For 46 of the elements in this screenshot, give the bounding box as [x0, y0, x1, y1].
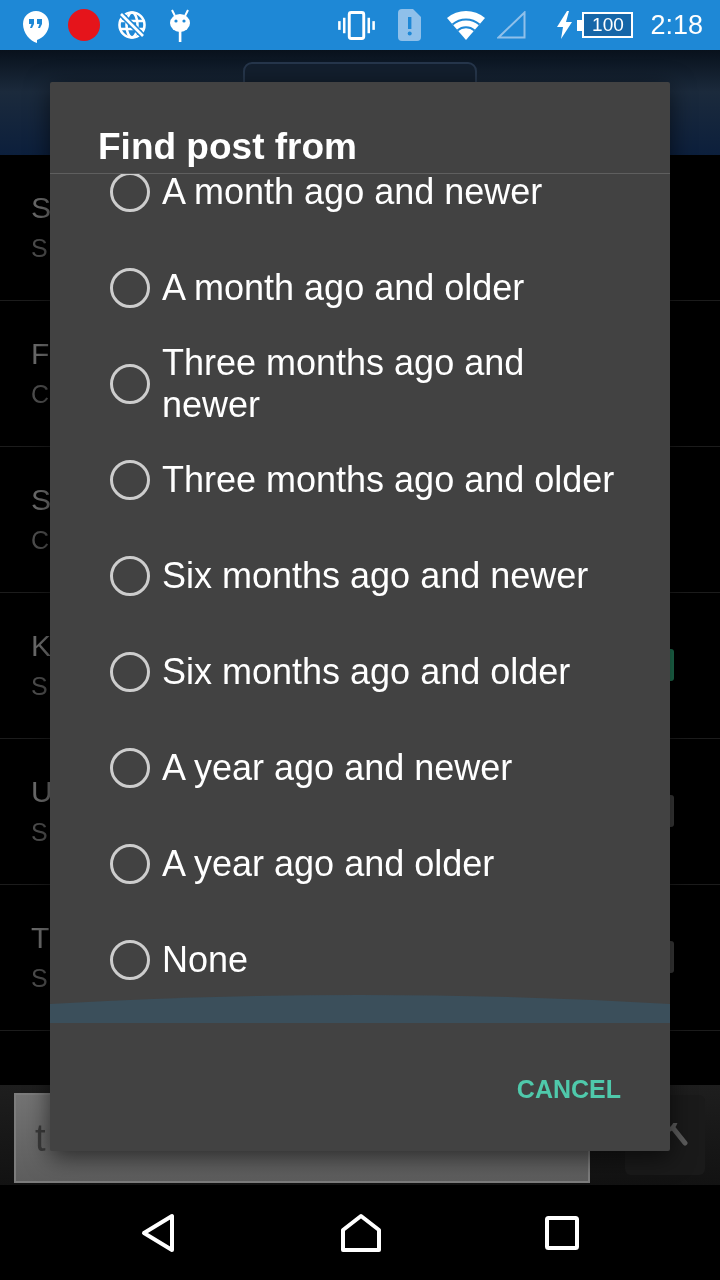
charging-bolt-icon: [557, 11, 573, 39]
row-title: K: [31, 628, 51, 664]
radio-button[interactable]: [110, 460, 150, 500]
battery-indicator: 100: [577, 12, 634, 38]
row-subtitle: C: [31, 525, 50, 555]
radio-button[interactable]: [110, 556, 150, 596]
row-title: U: [31, 774, 53, 810]
clock: 2:18: [650, 9, 703, 41]
row-title: T: [31, 920, 50, 956]
row-title: S: [31, 482, 51, 518]
radio-button[interactable]: [110, 364, 150, 404]
signal-icon: [497, 11, 527, 39]
wifi-icon: [447, 10, 486, 40]
option-label[interactable]: Six months ago and older: [162, 651, 571, 693]
recent-apps-icon[interactable]: [545, 1215, 579, 1250]
record-dot-icon: [68, 9, 100, 41]
row-subtitle: C: [31, 379, 50, 409]
option-label[interactable]: None: [162, 939, 249, 981]
radio-button[interactable]: [110, 174, 150, 212]
sim-alert-icon: [398, 9, 422, 41]
cancel-button[interactable]: CANCEL: [508, 1056, 629, 1122]
robot-icon: [168, 8, 192, 42]
option-label[interactable]: A month ago and older: [162, 267, 525, 309]
row-subtitle: S: [31, 233, 48, 263]
option-label[interactable]: A year ago and newer: [162, 747, 513, 789]
option-label[interactable]: Three months ago and newer: [162, 342, 622, 426]
radio-button[interactable]: [110, 940, 150, 980]
option-label[interactable]: Six months ago and newer: [162, 555, 589, 597]
home-icon[interactable]: [340, 1212, 382, 1253]
chat-bubble-icon: [22, 11, 50, 43]
option-label[interactable]: A month ago and newer: [162, 174, 543, 213]
row-title: S: [31, 190, 51, 226]
row-subtitle: S: [31, 963, 48, 993]
radio-button[interactable]: [110, 844, 150, 884]
globe-off-icon: [117, 10, 147, 40]
row-title: F: [31, 336, 50, 372]
radio-button[interactable]: [110, 268, 150, 308]
vibrate-icon: [338, 10, 376, 40]
option-label[interactable]: Three months ago and older: [162, 459, 615, 501]
radio-button[interactable]: [110, 748, 150, 788]
row-subtitle: S: [31, 817, 48, 847]
back-icon[interactable]: [141, 1212, 175, 1253]
radio-button[interactable]: [110, 652, 150, 692]
option-label[interactable]: A year ago and older: [162, 843, 495, 885]
dialog-title: Find post from: [98, 125, 357, 169]
row-subtitle: S: [31, 671, 48, 701]
